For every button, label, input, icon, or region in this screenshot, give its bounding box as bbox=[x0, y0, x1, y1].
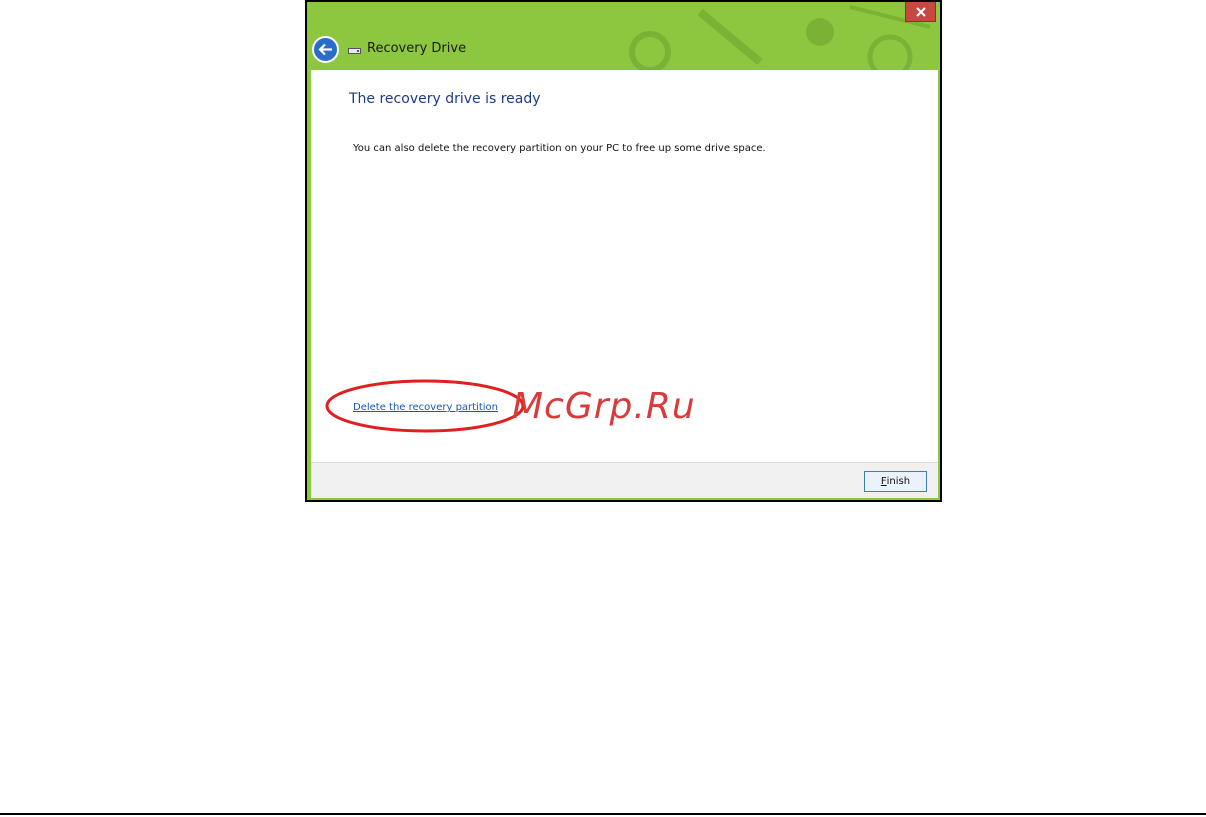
footer-bar: Finish bbox=[311, 462, 938, 498]
close-button[interactable] bbox=[905, 2, 936, 22]
page: Recovery Drive The recovery drive is rea… bbox=[0, 0, 1206, 817]
page-bottom-rule bbox=[0, 813, 1206, 815]
titlebar-decoration bbox=[629, 5, 931, 72]
delete-recovery-partition-link[interactable]: Delete the recovery partition bbox=[353, 402, 498, 413]
back-button[interactable] bbox=[312, 36, 339, 63]
close-icon bbox=[915, 6, 926, 17]
back-arrow-icon bbox=[318, 43, 332, 56]
content-pane: The recovery drive is ready You can also… bbox=[311, 70, 938, 462]
description-text: You can also delete the recovery partiti… bbox=[353, 143, 766, 154]
recovery-drive-window: Recovery Drive The recovery drive is rea… bbox=[305, 0, 942, 502]
finish-button[interactable]: Finish bbox=[864, 471, 927, 492]
page-heading: The recovery drive is ready bbox=[349, 91, 541, 107]
drive-icon bbox=[348, 48, 361, 54]
window-title: Recovery Drive bbox=[367, 41, 467, 56]
finish-label: inish bbox=[886, 476, 911, 487]
